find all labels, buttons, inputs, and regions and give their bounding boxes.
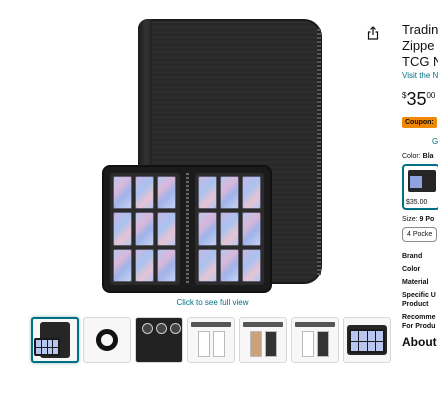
thumbnail-binder-details[interactable] <box>83 317 131 363</box>
trading-card <box>157 212 177 246</box>
trading-card <box>241 176 261 210</box>
binder-right-page <box>194 173 264 285</box>
trading-card <box>241 248 261 282</box>
trading-card <box>157 176 177 210</box>
trading-card <box>197 212 217 246</box>
binder-cards-image <box>347 325 387 355</box>
spec-recommended-uses: Recomme For Produ <box>402 314 436 330</box>
about-heading: About <box>402 335 437 349</box>
trading-card <box>135 212 155 246</box>
capacity-chart-image <box>301 331 329 357</box>
coupon-sub-text[interactable]: G <box>402 137 438 146</box>
thumbnail-banner <box>191 322 231 327</box>
thumbnail-binder-open[interactable] <box>31 317 79 363</box>
thumbnail-page-layout[interactable] <box>187 317 235 363</box>
price-whole: 35 <box>406 89 427 109</box>
trading-card <box>135 248 155 282</box>
product-details: Tradin Zippe TCG N Visit the N $ 35 00 C… <box>402 22 438 349</box>
size-value: 9 Po <box>419 216 435 223</box>
visit-store-link[interactable]: Visit the N <box>402 71 438 80</box>
trading-card <box>113 212 133 246</box>
product-spec-table: Brand Color Material Specific U Product … <box>402 252 438 331</box>
main-product-image[interactable] <box>95 15 330 295</box>
binder-thumbnail-image <box>34 322 70 358</box>
trading-card <box>197 176 217 210</box>
page-layout-image <box>197 331 225 357</box>
trading-card <box>113 248 133 282</box>
size-selection: Size: 9 Po <box>402 216 438 223</box>
share-icon[interactable] <box>367 26 379 40</box>
thumbnail-capacity-chart[interactable] <box>291 317 339 363</box>
price-fraction: 00 <box>426 91 436 100</box>
price: $ 35 00 <box>402 89 438 109</box>
binder-open-view <box>102 165 272 293</box>
size-label: Size: <box>402 216 418 223</box>
binder-left-page <box>110 173 180 285</box>
trading-card <box>219 212 239 246</box>
trading-card <box>241 212 261 246</box>
binder-zipper <box>317 29 321 275</box>
spec-specific-uses: Specific U Product <box>402 292 436 308</box>
trading-card <box>113 176 133 210</box>
thumbnail-binder-cards[interactable] <box>343 317 391 363</box>
product-title-line-3: TCG N <box>402 54 438 69</box>
click-to-see-full-view-link[interactable]: Click to see full view <box>0 298 330 307</box>
color-selection: Color: Bla <box>402 153 438 160</box>
spec-material: Material <box>402 279 429 286</box>
swatch-price: $35.00 <box>406 199 428 206</box>
swatch-image <box>408 170 436 192</box>
thumbnail-strip <box>31 317 391 363</box>
size-option-4-pocket[interactable]: 4 Pocke <box>402 227 438 242</box>
feature-circles-image <box>142 323 181 334</box>
color-swatch-black[interactable]: $35.00 <box>402 164 438 210</box>
coupon-badge[interactable]: Coupon: <box>402 117 437 128</box>
trading-card <box>219 176 239 210</box>
color-value: Bla <box>422 153 434 160</box>
color-options-image <box>249 331 277 357</box>
spec-brand: Brand <box>402 253 423 260</box>
thumbnail-color-options[interactable] <box>239 317 287 363</box>
spec-color: Color <box>402 266 421 273</box>
trading-card <box>157 248 177 282</box>
thumbnail-binder-features[interactable] <box>135 317 183 363</box>
color-label: Color: <box>402 153 421 160</box>
trading-card <box>135 176 155 210</box>
trading-card <box>219 248 239 282</box>
product-title-line-1: Tradin <box>402 22 438 37</box>
thumbnail-banner <box>243 322 283 327</box>
thumbnail-banner <box>295 322 335 327</box>
trading-card <box>197 248 217 282</box>
product-title-line-2: Zippe <box>402 38 435 53</box>
binder-center-zipper <box>185 173 189 285</box>
zipper-detail-image <box>96 329 118 351</box>
